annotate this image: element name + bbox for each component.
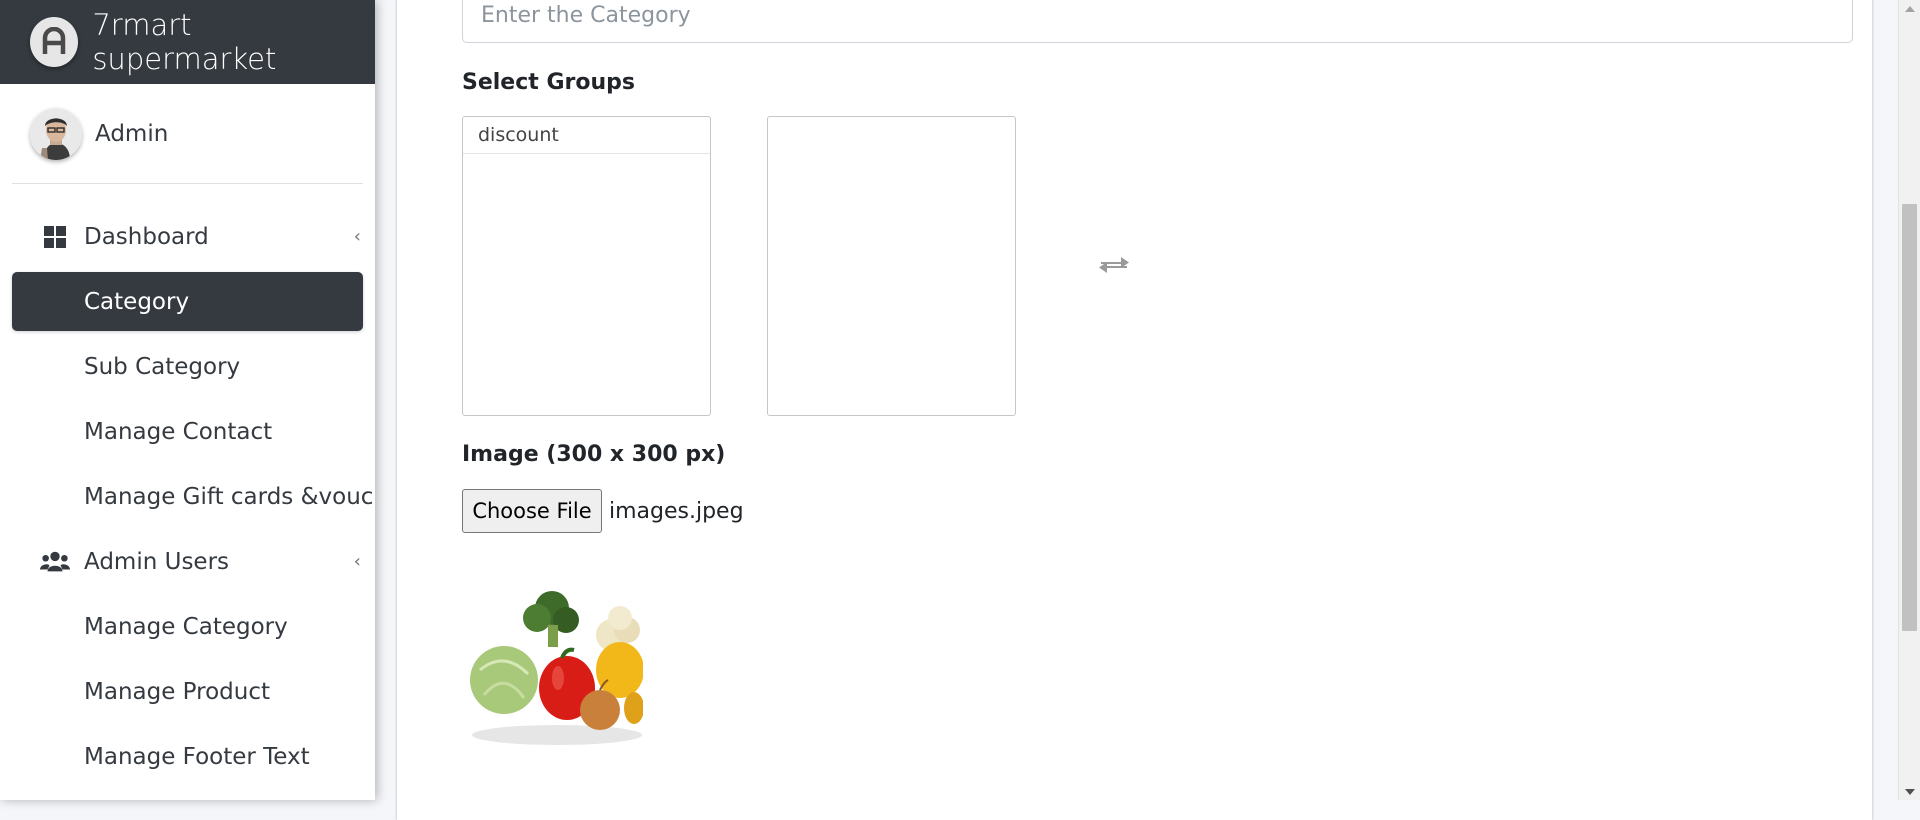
image-preview [462,570,643,749]
sidebar-nav: Dashboard ‹ Category Sub Category Manage… [12,207,375,792]
sidebar-item-label: Category [84,288,190,315]
brand-logo-icon [30,17,79,67]
main-content: Select Groups discount Image (300 x 300 … [375,0,1898,820]
scroll-up-arrow-icon[interactable] [1899,0,1920,17]
sidebar: 7rmart supermarket Admin Dashboard ‹ Cat… [0,0,375,800]
groups-available-list[interactable]: discount [462,116,711,416]
image-label: Image (300 x 300 px) [462,442,726,467]
sidebar-item-label: Manage Footer Text [84,743,310,770]
list-item[interactable]: discount [463,117,710,154]
sidebar-item-label: Manage Category [84,613,288,640]
sidebar-item-category[interactable]: Category [12,272,363,331]
chevron-left-icon: ‹ [353,551,361,572]
brand-title: 7rmart supermarket [92,8,277,76]
groups-selected-list[interactable] [767,116,1016,416]
sidebar-item-manage-category[interactable]: Manage Category [12,597,363,656]
sidebar-item-admin-users[interactable]: Admin Users ‹ [12,532,363,591]
file-input[interactable]: Choose File images.jpeg [462,489,744,533]
file-name: images.jpeg [609,498,744,524]
user-name: Admin [95,120,169,147]
swap-arrows-icon[interactable] [1097,250,1131,280]
avatar [30,107,82,160]
brand-link[interactable]: 7rmart supermarket [0,0,375,84]
sidebar-item-manage-footer-text[interactable]: Manage Footer Text [12,727,363,786]
sidebar-item-label: Sub Category [84,353,241,380]
user-panel[interactable]: Admin [12,84,363,184]
select-groups-label: Select Groups [462,70,635,95]
sidebar-item-label: Manage Product [84,678,270,705]
sidebar-item-label: Admin Users [84,548,230,575]
sidebar-item-manage-contact[interactable]: Manage Contact [12,402,363,461]
chevron-left-icon: ‹ [353,226,361,247]
choose-file-button[interactable]: Choose File [462,489,602,533]
scrollbar-thumb[interactable] [1902,204,1917,631]
users-icon [40,549,70,575]
sidebar-item-label: Manage Gift cards &voucher [84,483,375,510]
sidebar-item-manage-product[interactable]: Manage Product [12,662,363,721]
sidebar-item-sub-category[interactable]: Sub Category [12,337,363,396]
sidebar-item-manage-gift-cards[interactable]: Manage Gift cards &voucher [12,467,375,526]
category-input[interactable] [462,0,1853,43]
dashboard-grid-icon [40,224,70,250]
category-form-card: Select Groups discount Image (300 x 300 … [397,0,1872,820]
sidebar-item-label: Manage Contact [84,418,273,445]
sidebar-item-label: Dashboard [84,223,209,250]
scroll-down-arrow-icon[interactable] [1899,783,1920,800]
page-scrollbar[interactable] [1898,0,1920,800]
sidebar-item-dashboard[interactable]: Dashboard ‹ [12,207,363,266]
